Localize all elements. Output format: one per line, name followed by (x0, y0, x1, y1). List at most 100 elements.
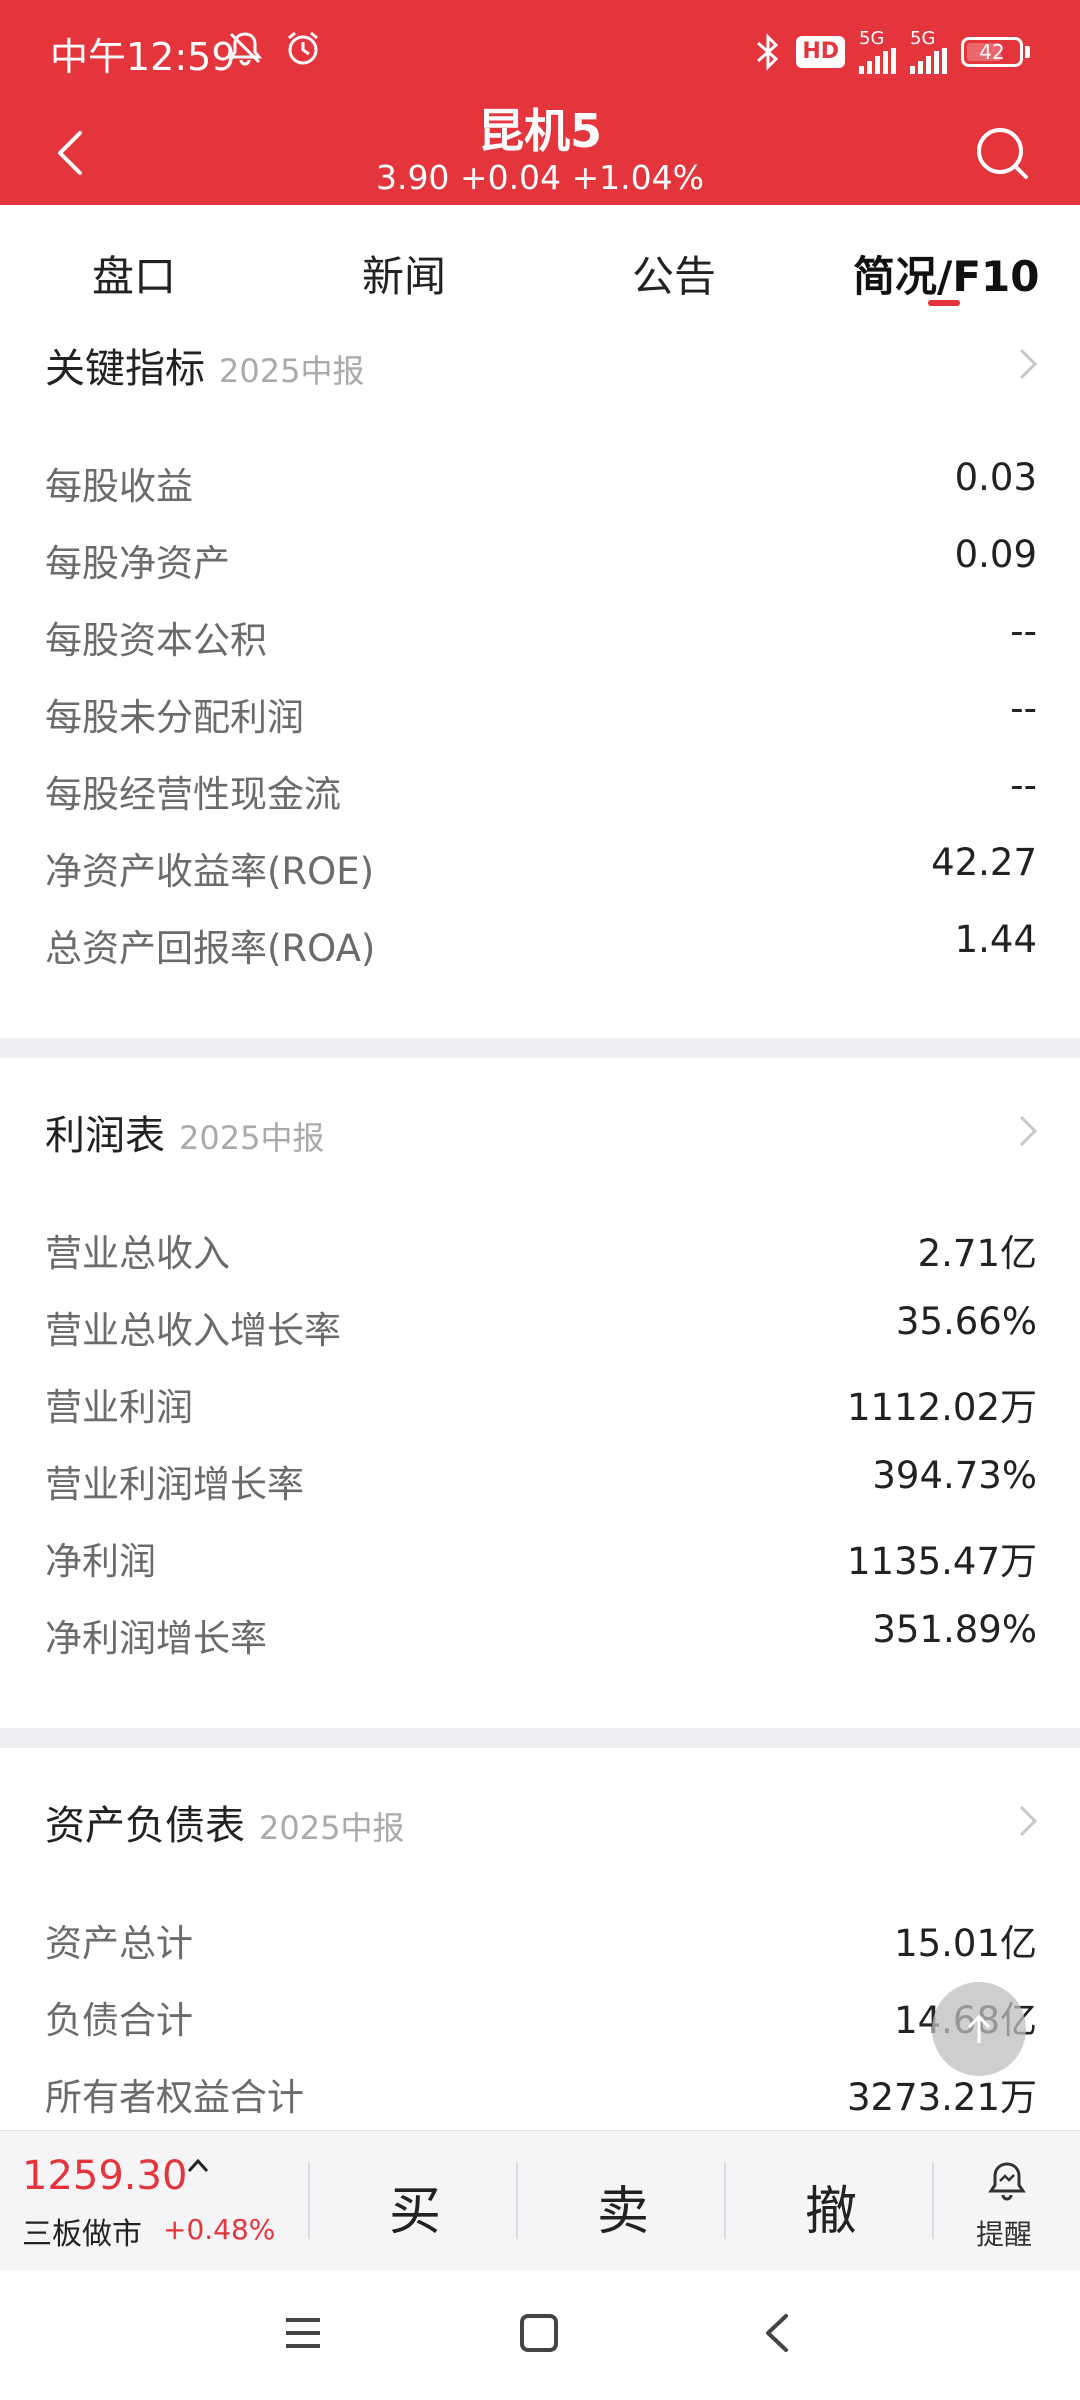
tab-bar: 盘口 新闻 公告 简况/F10 (0, 205, 1080, 315)
table-row: 营业利润增长率 394.73% (45, 1454, 1037, 1514)
bell-icon[interactable] (985, 2159, 1029, 2203)
chevron-up-icon[interactable] (185, 2153, 211, 2179)
section-period: 2025中报 (259, 1809, 405, 1847)
row-label: 净利润 (45, 1540, 156, 1583)
chevron-right-icon[interactable] (1016, 1111, 1040, 1151)
section-title: 关键指标 (45, 346, 205, 392)
chevron-right-icon[interactable] (1016, 1801, 1040, 1841)
tab-news[interactable]: 新闻 (362, 243, 446, 304)
buy-button[interactable]: 买 (389, 2169, 441, 2244)
stock-name: 昆机5 (477, 104, 602, 158)
tab-f10[interactable]: 简况/F10 (853, 243, 1039, 304)
row-value: 15.01亿 (894, 1922, 1037, 1965)
row-value: 1.44 (954, 918, 1037, 961)
table-row: 净利润 1135.47万 (45, 1531, 1037, 1591)
alarm-icon (288, 31, 318, 65)
home-square-icon[interactable] (518, 2312, 560, 2354)
section-header[interactable]: 利润表 2025中报 (45, 1103, 324, 1161)
menu-icon[interactable] (282, 2312, 324, 2354)
divider (724, 2163, 726, 2239)
row-value: 1135.47万 (846, 1540, 1037, 1583)
arrow-up-icon (967, 2014, 991, 2043)
row-value: 42.27 (931, 841, 1037, 884)
app-header: 中午12:59 HD 5G 5G 42 昆机5 3.90 +0.04 +1.04… (0, 0, 1080, 205)
table-row: 营业利润 1112.02万 (45, 1377, 1037, 1437)
row-value: 0.03 (954, 456, 1037, 499)
row-label: 每股未分配利润 (45, 696, 304, 739)
row-value: 35.66% (895, 1300, 1037, 1343)
status-bar: 中午12:59 HD 5G 5G 42 (0, 0, 1080, 100)
section-header[interactable]: 资产负债表 2025中报 (45, 1793, 404, 1851)
scroll-to-top-button[interactable] (932, 1982, 1026, 2076)
table-row: 净资产收益率(ROE) 42.27 (45, 841, 1037, 901)
tab-pankou[interactable]: 盘口 (92, 243, 176, 304)
row-label: 负债合计 (45, 1999, 193, 2042)
tab-announcements[interactable]: 公告 (632, 243, 716, 304)
row-label: 每股经营性现金流 (45, 773, 341, 816)
row-value: 394.73% (872, 1454, 1037, 1497)
table-row: 总资产回报率(ROA) 1.44 (45, 918, 1037, 978)
section-title: 利润表 (45, 1113, 165, 1159)
row-label: 每股净资产 (45, 542, 230, 585)
status-indicators: HD 5G 5G 42 (754, 30, 1030, 74)
row-label: 营业总收入 (45, 1232, 230, 1275)
divider (308, 2163, 310, 2239)
row-label: 每股收益 (45, 465, 193, 508)
divider (932, 2163, 934, 2239)
table-row: 每股资本公积 -- (45, 610, 1037, 670)
row-label: 营业利润增长率 (45, 1463, 304, 1506)
divider (516, 2163, 518, 2239)
table-row: 每股经营性现金流 -- (45, 764, 1037, 824)
index-name: 三板做市 (22, 2217, 142, 2252)
active-tab-indicator (928, 300, 960, 306)
signal-2: 5G (910, 30, 947, 74)
index-value[interactable]: 1259.30 (22, 2153, 187, 2199)
table-row: 净利润增长率 351.89% (45, 1608, 1037, 1668)
battery-level: 42 (979, 40, 1005, 64)
table-row: 营业总收入 2.71亿 (45, 1223, 1037, 1283)
section-period: 2025中报 (219, 352, 365, 390)
row-label: 营业利润 (45, 1386, 193, 1429)
section-divider (0, 1728, 1080, 1748)
index-change: +0.48% (163, 2213, 276, 2246)
hd-badge: HD (796, 36, 845, 68)
row-value: 0.09 (954, 533, 1037, 576)
status-time: 中午12:59 (50, 35, 236, 79)
signal-1: 5G (859, 30, 896, 74)
table-row: 营业总收入增长率 35.66% (45, 1300, 1037, 1360)
row-label: 净资产收益率(ROE) (45, 850, 375, 893)
row-value: 1112.02万 (846, 1386, 1037, 1429)
row-value: -- (1010, 764, 1037, 807)
row-value: -- (1010, 687, 1037, 730)
table-row: 每股收益 0.03 (45, 456, 1037, 516)
row-label: 资产总计 (45, 1922, 193, 1965)
network-type: 5G (859, 28, 885, 49)
row-label: 总资产回报率(ROA) (45, 927, 376, 970)
row-value: -- (1010, 610, 1037, 653)
row-label: 每股资本公积 (45, 619, 267, 662)
row-label: 所有者权益合计 (45, 2076, 304, 2119)
battery-icon: 42 (961, 37, 1023, 67)
table-row: 每股未分配利润 -- (45, 687, 1037, 747)
section-period: 2025中报 (179, 1119, 325, 1157)
section-header[interactable]: 关键指标 2025中报 (45, 336, 364, 394)
sell-button[interactable]: 卖 (597, 2169, 649, 2244)
row-label: 营业总收入增长率 (45, 1309, 341, 1352)
table-row: 负债合计 14.68亿 (45, 1990, 1037, 2050)
row-value: 351.89% (872, 1608, 1037, 1651)
row-label: 净利润增长率 (45, 1617, 267, 1660)
row-value: 3273.21万 (846, 2076, 1037, 2119)
system-nav-bar (0, 2270, 1080, 2400)
table-row: 每股净资产 0.09 (45, 533, 1037, 593)
mute-bell-icon (227, 32, 263, 66)
cancel-order-button[interactable]: 撤 (805, 2169, 857, 2244)
back-triangle-icon[interactable] (756, 2312, 798, 2354)
chevron-right-icon[interactable] (1016, 344, 1040, 384)
trade-bar: 1259.30 三板做市 +0.48% 买 卖 撤 提醒 (0, 2130, 1080, 2271)
section-divider (0, 1038, 1080, 1058)
remind-label[interactable]: 提醒 (976, 2213, 1032, 2253)
network-type: 5G (910, 28, 936, 49)
section-title: 资产负债表 (45, 1803, 245, 1849)
search-icon[interactable] (974, 125, 1030, 181)
table-row: 资产总计 15.01亿 (45, 1913, 1037, 1973)
